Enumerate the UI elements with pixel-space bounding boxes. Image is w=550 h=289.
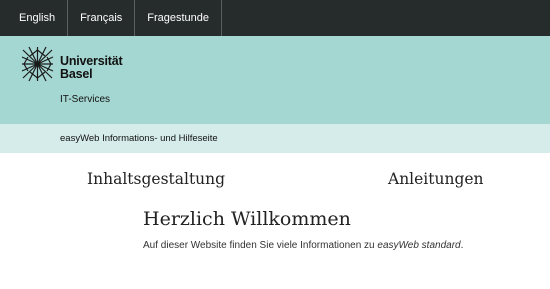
language-link-francais[interactable]: Français [68,0,136,36]
university-logo-text: Universität Basel [60,46,123,81]
university-logo-icon [21,46,54,82]
language-bar: English Français Fragestunde [0,0,550,36]
university-logo[interactable]: Universität Basel [21,46,123,82]
intro-suffix: . [460,240,464,251]
main-navigation: Inhaltsgestaltung Anleitungen [0,153,550,208]
site-title[interactable]: easyWeb Informations- und Hilfeseite [60,133,218,144]
site-title-bar: easyWeb Informations- und Hilfeseite [0,124,550,153]
nav-item-anleitungen[interactable]: Anleitungen [388,170,484,188]
department-name[interactable]: IT-Services [60,94,110,105]
page-title: Herzlich Willkommen [143,208,351,230]
logo-line-2: Basel [60,67,93,81]
fragestunde-link[interactable]: Fragestunde [135,0,223,36]
brand-header: Universität Basel IT-Services [0,36,550,124]
intro-emphasis: easyWeb standard [377,240,461,251]
intro-prefix: Auf dieser Website finden Sie viele Info… [143,240,378,251]
nav-item-inhaltsgestaltung[interactable]: Inhaltsgestaltung [87,170,225,188]
language-link-english[interactable]: English [0,0,69,36]
main-content: Herzlich Willkommen Auf dieser Website f… [0,208,550,264]
intro-text: Auf dieser Website finden Sie viele Info… [143,240,463,251]
